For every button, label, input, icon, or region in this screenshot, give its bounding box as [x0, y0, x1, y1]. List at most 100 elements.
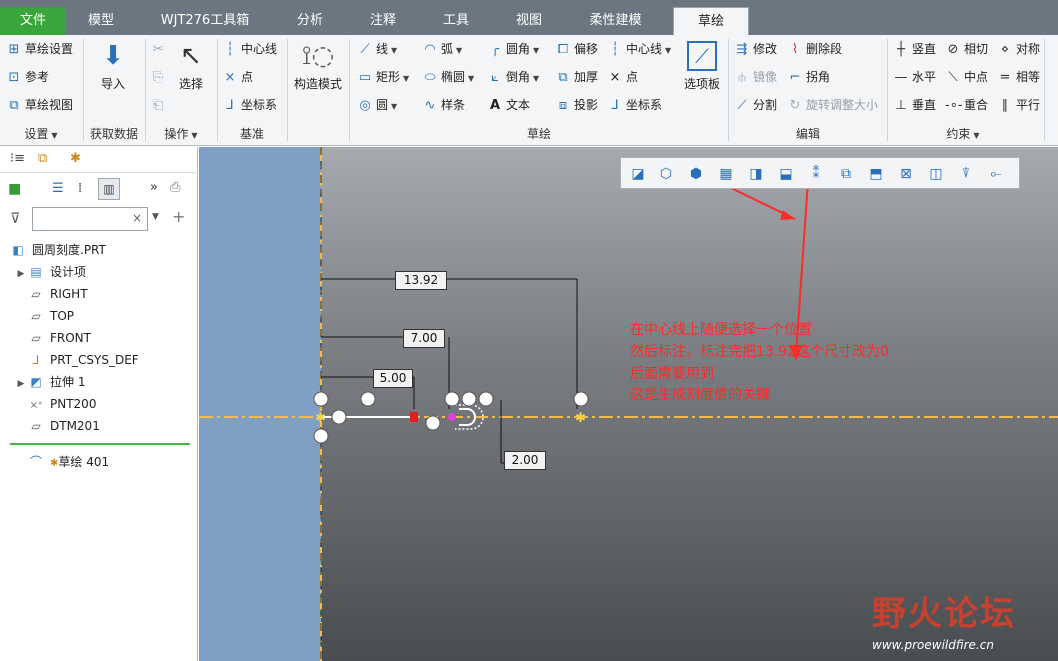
- view-manager-icon[interactable]: ◨: [745, 163, 767, 185]
- chamfer-button[interactable]: ⟀ 倒角 ▼: [487, 67, 539, 87]
- sketch-view-button[interactable]: ⧉ 草绘视图: [6, 95, 73, 115]
- model-tree-tab-icon[interactable]: ⁝≡: [10, 151, 25, 166]
- tab-view[interactable]: 视图: [495, 7, 563, 35]
- constraint-display-icon[interactable]: ⍒: [955, 163, 977, 185]
- filter-funnel-icon[interactable]: ⊽: [10, 211, 20, 227]
- named-view-icon[interactable]: ⬢: [685, 163, 707, 185]
- dimension-5-00[interactable]: 5.00: [373, 369, 413, 388]
- horizontal-constraint-symbol[interactable]: [360, 391, 376, 407]
- constraint-symbol[interactable]: [313, 391, 329, 407]
- rectangle-button[interactable]: ▭ 矩形 ▼: [357, 67, 409, 87]
- tree-page-icon[interactable]: ⎙: [170, 180, 180, 195]
- thicken-button[interactable]: ⧉ 加厚: [555, 67, 598, 87]
- tangent-constraint-button[interactable]: ⊘ 相切: [945, 39, 988, 59]
- constraint-symbol[interactable]: [573, 391, 589, 407]
- expand-more-icon[interactable]: »: [150, 180, 158, 195]
- clear-search-icon[interactable]: ×: [132, 211, 142, 225]
- select-button[interactable]: ↖ 选择: [174, 41, 208, 92]
- constraint-symbol[interactable]: [313, 428, 329, 444]
- modify-button[interactable]: ⇶ 修改: [734, 39, 777, 59]
- tree-item-front[interactable]: ▱ FRONT: [28, 328, 91, 348]
- datum-centerline-button[interactable]: ┆ 中心线: [222, 39, 277, 59]
- tab-model[interactable]: 模型: [66, 7, 136, 35]
- dimension-2-00[interactable]: 2.00: [504, 451, 546, 470]
- horizontal-constraint-symbol[interactable]: [461, 391, 477, 407]
- palette-button[interactable]: ⟋ 选项板: [680, 41, 724, 92]
- constraint-symbol[interactable]: [331, 409, 347, 425]
- insert-here-marker[interactable]: [10, 443, 190, 445]
- tree-item-csys[interactable]: ⅃ PRT_CSYS_DEF: [28, 350, 139, 370]
- spline-button[interactable]: ∿ 样条: [422, 95, 465, 115]
- sketch-point-button[interactable]: × 点: [607, 67, 638, 87]
- dimension-display-icon[interactable]: ◫: [925, 163, 947, 185]
- equal-constraint-button[interactable]: = 相等: [997, 67, 1040, 87]
- tree-item-dtm201[interactable]: ▱ DTM201: [28, 416, 99, 436]
- group-label-settings[interactable]: 设置 ▼: [0, 125, 82, 143]
- vertex-display-icon[interactable]: ⟜: [985, 163, 1007, 185]
- paste-button[interactable]: ⎗: [150, 95, 169, 115]
- tree-item-top[interactable]: ▱ TOP: [28, 306, 74, 326]
- dimension-7-00[interactable]: 7.00: [403, 329, 445, 348]
- mirror-button[interactable]: ⫛ 镜像: [734, 67, 777, 87]
- tree-search-input[interactable]: [32, 207, 148, 231]
- tree-list-icon[interactable]: ☰: [52, 181, 64, 196]
- coincident-constraint-button[interactable]: -∘-重合: [945, 95, 988, 115]
- slot-point-marker[interactable]: [448, 413, 456, 421]
- sketch-point-star-icon[interactable]: ✱: [575, 411, 586, 426]
- expand-arrow-icon[interactable]: ▶: [14, 374, 28, 394]
- divide-button[interactable]: ⟋ 分割: [734, 95, 777, 115]
- references-button[interactable]: ⊡ 参考: [6, 67, 49, 87]
- datum-csys-button[interactable]: ⅃ 坐标系: [222, 95, 277, 115]
- symmetric-constraint-button[interactable]: ⋄ 对称: [997, 39, 1040, 59]
- tree-item-extrude[interactable]: ▶ ◩ 拉伸 1: [14, 372, 86, 394]
- vertical-constraint-symbol[interactable]: [425, 415, 441, 431]
- tab-flexible-modeling[interactable]: 柔性建模: [568, 7, 663, 35]
- copy-button[interactable]: ⎘: [150, 67, 169, 87]
- dimension-13-92[interactable]: 13.92: [395, 271, 447, 290]
- import-button[interactable]: ⬇ 导入: [90, 41, 136, 92]
- endpoint-marker[interactable]: [410, 412, 418, 422]
- tree-item-pnt200[interactable]: ×ˣ PNT200: [28, 394, 97, 414]
- tree-item-right[interactable]: ▱ RIGHT: [28, 284, 87, 304]
- parallel-constraint-button[interactable]: ∥ 平行: [997, 95, 1040, 115]
- midpoint-constraint-button[interactable]: ⟍ 中点: [945, 67, 988, 87]
- expand-arrow-icon[interactable]: ▶: [14, 264, 28, 284]
- vertical-constraint-button[interactable]: ┼ 竖直: [893, 39, 936, 59]
- group-label-constraint[interactable]: 约束 ▼: [888, 125, 1038, 143]
- annotation-display-icon[interactable]: ⧉: [835, 163, 857, 185]
- sketch-view-icon[interactable]: ⊠: [895, 163, 917, 185]
- tab-annotate[interactable]: 注释: [348, 7, 418, 35]
- tree-settings-icon[interactable]: ▥: [98, 178, 120, 200]
- datum-point-button[interactable]: × 点: [222, 67, 253, 87]
- horizontal-constraint-button[interactable]: — 水平: [893, 67, 937, 87]
- tab-tools[interactable]: 工具: [420, 7, 492, 35]
- favorites-tab-icon[interactable]: ✱: [70, 151, 81, 166]
- tree-item-root[interactable]: ◧ 圆周刻度.PRT: [10, 240, 106, 260]
- sketch-csys-button[interactable]: ⅃ 坐标系: [607, 95, 662, 115]
- perspective-icon[interactable]: ⬓: [775, 163, 797, 185]
- group-label-operations[interactable]: 操作 ▼: [146, 125, 216, 143]
- display-style-icon[interactable]: ▦: [715, 163, 737, 185]
- circle-button[interactable]: ◎ 圆 ▼: [357, 95, 397, 115]
- line-button[interactable]: ⟋ 线 ▼: [357, 39, 397, 59]
- horizontal-constraint-symbol[interactable]: [478, 391, 494, 407]
- tab-analysis[interactable]: 分析: [275, 7, 345, 35]
- tree-columns-icon[interactable]: ⁞: [78, 181, 82, 196]
- tab-toolbox[interactable]: WJT276工具箱: [140, 7, 270, 35]
- rotate-resize-button[interactable]: ↻ 旋转调整大小: [787, 95, 878, 115]
- tree-item-sketch[interactable]: ⌒ ✱草绘 401: [28, 452, 109, 472]
- refit-icon[interactable]: ◪: [627, 163, 649, 185]
- spin-center-icon[interactable]: ⬒: [865, 163, 887, 185]
- origin-point-star-icon[interactable]: ✱: [315, 411, 326, 426]
- ribbon-scroll[interactable]: [1044, 39, 1056, 141]
- cut-button[interactable]: ✂: [150, 39, 169, 59]
- offset-button[interactable]: ⧠ 偏移: [555, 39, 598, 59]
- fillet-button[interactable]: ╭ 圆角 ▼: [487, 39, 539, 59]
- tree-item-design-items[interactable]: ▶ ▤ 设计项: [14, 262, 86, 282]
- construction-mode-button[interactable]: ⟟◌ 构造模式: [290, 41, 346, 92]
- ellipse-button[interactable]: ⬭ 椭圆 ▼: [422, 67, 474, 87]
- sketch-centerline-button[interactable]: ┆ 中心线 ▼: [607, 39, 671, 59]
- show-cube-icon[interactable]: ■: [8, 181, 21, 197]
- corner-button[interactable]: ⌐ 拐角: [787, 67, 830, 87]
- project-button[interactable]: ⧈ 投影: [555, 95, 598, 115]
